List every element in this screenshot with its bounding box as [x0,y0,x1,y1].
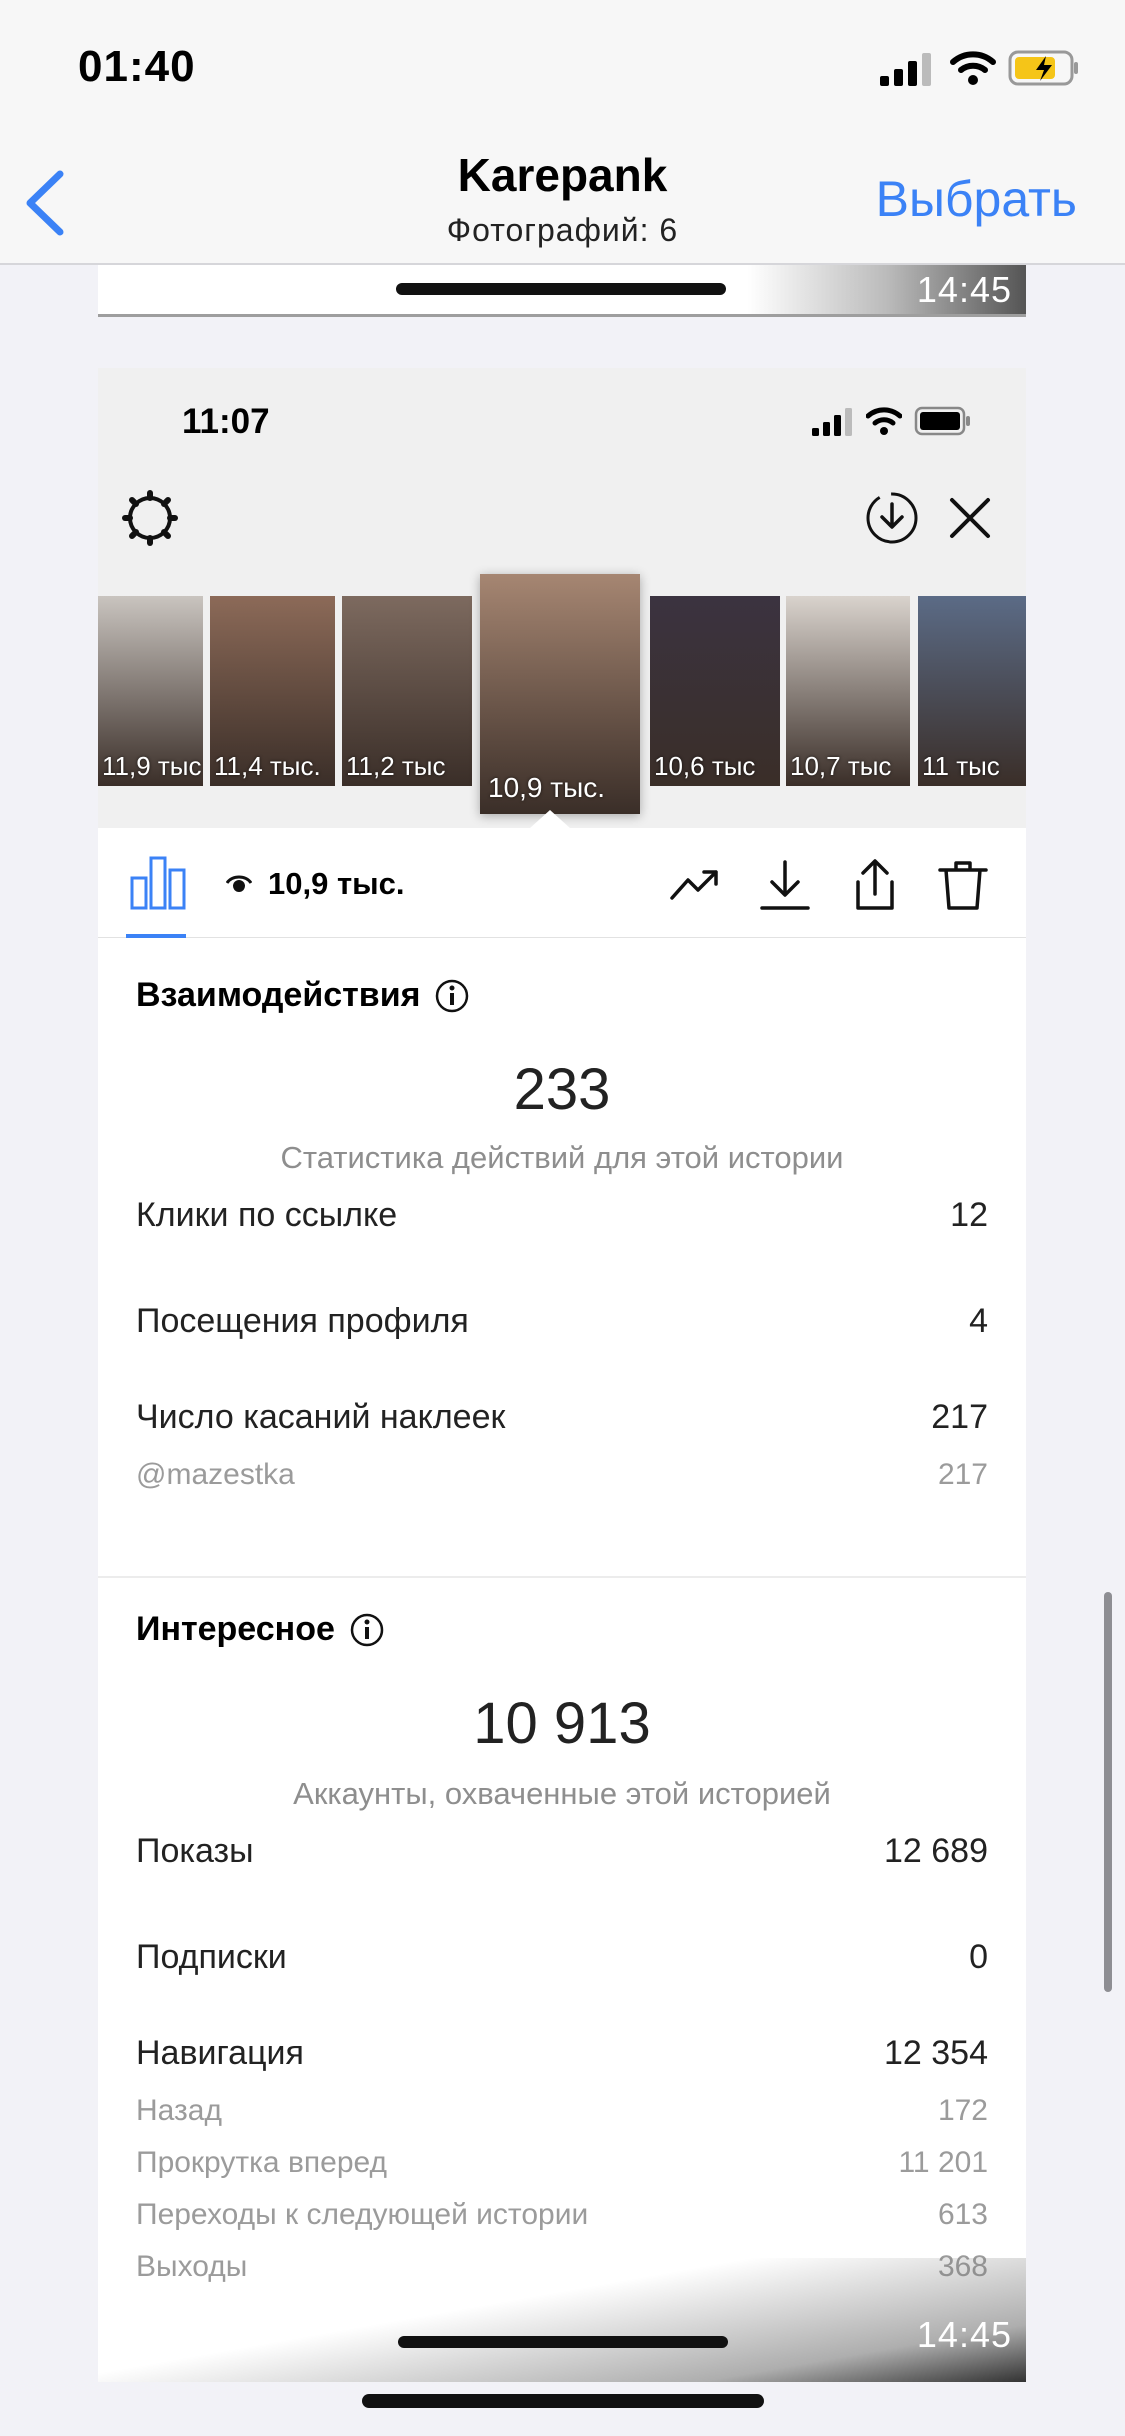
scroll-indicator[interactable] [1104,1592,1112,1992]
photo-time-overlay: 14:45 [916,2314,1012,2355]
story-thumbnail[interactable]: 11 тыс [918,596,1026,786]
insights-bar-chart-icon[interactable] [130,856,186,910]
screenshot-header: 11:07 11,9 тыс 11,4 тыс. 11,2 тыс 10,9 т… [98,368,1026,828]
wifi-icon [866,407,902,435]
previous-photo-thumbnail[interactable]: 14:45 [98,265,1026,317]
story-insights-screenshot[interactable]: 11:07 11,9 тыс 11,4 тыс. 11,2 тыс 10,9 т… [98,368,1026,2382]
photo-edge-shadow [98,2258,1026,2382]
discovery-total: 10 913 [473,1691,651,1756]
stat-row: Число касаний наклеек 217 [136,1398,988,1436]
promote-trend-icon[interactable] [668,858,722,912]
stat-row: Клики по ссылке 12 [136,1196,988,1234]
screenshot-status-time: 11:07 [182,402,270,441]
home-indicator [396,283,726,295]
discovery-caption: Аккаунты, охваченные этой историей [293,1776,831,1811]
save-circle-download-icon[interactable] [864,490,920,546]
active-tab-indicator [126,934,186,938]
stat-sub-row: @mazestka 217 [136,1458,988,1491]
selected-pointer [530,810,570,828]
interactions-caption: Статистика действий для этой истории [280,1140,844,1175]
stat-row: Посещения профиля 4 [136,1302,988,1340]
status-bar: 01:40 [0,0,1125,140]
discovery-heading: Интересное [136,1610,385,1649]
settings-gear-icon[interactable] [122,490,178,546]
stat-sub-row: Прокрутка вперед 11 201 [136,2146,988,2179]
story-thumbnail-strip: 11,9 тыс 11,4 тыс. 11,2 тыс 10,9 тыс. 10… [98,574,1026,824]
stat-row: Подписки 0 [136,1938,988,1976]
story-toolbar: 10,9 тыс. [98,828,1026,938]
eye-icon [226,875,252,892]
cellular-signal-icon [812,408,852,436]
photo-time-overlay: 14:45 [916,269,1012,310]
story-thumbnail[interactable]: 11,9 тыс [98,596,203,786]
stat-row: Навигация 12 354 [136,2034,988,2072]
download-icon[interactable] [758,858,812,912]
stat-sub-row: Назад 172 [136,2094,988,2127]
navigation-bar: Karepank Фотографий: 6 Выбрать [0,140,1125,265]
home-indicator [398,2336,728,2348]
story-thumbnail[interactable]: 11,4 тыс. [210,596,335,786]
select-button[interactable]: Выбрать [876,170,1077,228]
stat-row: Показы 12 689 [136,1832,988,1870]
info-icon[interactable] [434,978,470,1014]
interactions-heading: Взаимодействия [136,976,470,1015]
story-thumbnail[interactable]: 11,2 тыс [342,596,472,786]
trash-icon[interactable] [936,858,990,912]
story-thumbnail[interactable]: 10,7 тыс [786,596,910,786]
home-indicator [362,2394,764,2408]
share-icon[interactable] [848,858,902,912]
interactions-total: 233 [513,1057,611,1122]
close-icon[interactable] [948,496,992,540]
status-time: 01:40 [78,42,196,91]
story-thumbnail[interactable]: 10,6 тыс [650,596,780,786]
story-view-count: 10,9 тыс. [268,866,405,901]
cellular-signal-icon [880,53,931,86]
section-divider [98,1576,1026,1578]
stat-sub-row: Переходы к следующей истории 613 [136,2198,988,2231]
battery-charging-icon [1008,50,1078,86]
info-icon[interactable] [349,1612,385,1648]
wifi-icon [950,51,996,85]
story-thumbnail-selected[interactable]: 10,9 тыс. [480,574,640,814]
battery-icon [914,406,970,436]
